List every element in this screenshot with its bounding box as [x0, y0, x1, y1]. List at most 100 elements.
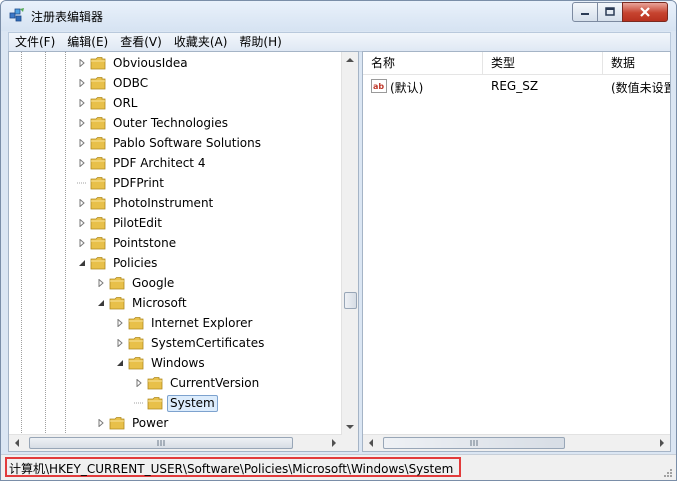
tree-node-policies[interactable]: Policies	[77, 253, 160, 273]
menu-favorites[interactable]: 收藏夹(A)	[168, 34, 234, 50]
tree-vertical-scrollbar[interactable]	[341, 52, 358, 435]
expand-arrow-icon[interactable]	[134, 378, 144, 388]
expand-arrow-icon[interactable]	[77, 98, 87, 108]
tree-guide-line	[65, 52, 66, 435]
tree-node-systemcertificates[interactable]: SystemCertificates	[115, 333, 267, 353]
column-header-data[interactable]: 数据	[603, 52, 670, 74]
tree-node-label: CurrentVersion	[170, 375, 260, 390]
collapse-arrow-icon[interactable]	[115, 358, 125, 368]
column-header-name[interactable]: 名称	[363, 52, 483, 74]
tree-node-label: ObviousIdea	[113, 55, 188, 70]
expand-arrow-icon[interactable]	[115, 338, 125, 348]
tree-node-internet-explorer[interactable]: Internet Explorer	[115, 313, 255, 333]
menu-view[interactable]: 查看(V)	[114, 34, 168, 50]
folder-icon	[109, 416, 125, 430]
expand-arrow-icon[interactable]	[96, 278, 106, 288]
tree-node-odbc[interactable]: ODBC	[77, 73, 151, 93]
values-header: 名称 类型 数据	[363, 52, 670, 75]
tree-node-obviousidea[interactable]: ObviousIdea	[77, 53, 191, 73]
folder-icon	[90, 196, 106, 210]
registry-tree-pane[interactable]: ObviousIdea ODBC ORL Outer Technologies Pabl…	[8, 51, 359, 452]
expand-arrow-icon[interactable]	[96, 418, 106, 428]
maximize-button[interactable]	[597, 2, 623, 22]
tree-guide-line	[45, 52, 46, 435]
expand-arrow-icon[interactable]	[77, 198, 87, 208]
chevron-left-icon	[15, 439, 19, 447]
scroll-thumb[interactable]	[29, 437, 293, 449]
expand-arrow-icon[interactable]	[77, 78, 87, 88]
value-name: (默认)	[390, 81, 424, 95]
tree-node-orl[interactable]: ORL	[77, 93, 140, 113]
tree-node-label: Pablo Software Solutions	[113, 135, 262, 150]
menu-edit[interactable]: 编辑(E)	[61, 34, 114, 50]
collapse-arrow-icon[interactable]	[96, 298, 106, 308]
tree-node-label: PilotEdit	[113, 215, 162, 230]
tree-node-label: System	[167, 394, 218, 412]
menu-help[interactable]: 帮助(H)	[233, 34, 287, 50]
expand-arrow-icon[interactable]	[77, 58, 87, 68]
grip-icon	[157, 440, 165, 446]
tree-guide-line	[21, 52, 22, 435]
values-horizontal-scrollbar[interactable]	[363, 434, 670, 451]
tree-node-google[interactable]: Google	[96, 273, 177, 293]
scroll-left-button[interactable]	[363, 435, 379, 451]
folder-icon	[90, 236, 106, 250]
tree-node-pdfprint[interactable]: PDFPrint	[77, 173, 167, 193]
tree-node-windows[interactable]: Windows	[115, 353, 208, 373]
tree-node-label: ODBC	[113, 75, 149, 90]
chevron-right-icon	[660, 439, 664, 447]
scrollbar-corner	[342, 435, 358, 451]
window-title: 注册表编辑器	[31, 10, 104, 24]
tree-node-power[interactable]: Power	[96, 413, 171, 433]
menu-bar: 文件(F) 编辑(E) 查看(V) 收藏夹(A) 帮助(H)	[8, 32, 671, 52]
collapse-arrow-icon[interactable]	[77, 258, 87, 268]
tree-node-pablo-software-solutions[interactable]: Pablo Software Solutions	[77, 133, 264, 153]
tree-node-label: Internet Explorer	[151, 315, 253, 330]
close-button[interactable]	[622, 2, 668, 22]
expand-arrow-icon[interactable]	[115, 318, 125, 328]
expand-arrow-icon[interactable]	[77, 238, 87, 248]
scroll-right-button[interactable]	[654, 435, 670, 451]
tree-node-outer-technologies[interactable]: Outer Technologies	[77, 113, 231, 133]
tree-node-photoinstrument[interactable]: PhotoInstrument	[77, 193, 216, 213]
chevron-right-icon	[332, 439, 336, 447]
tree-node-system[interactable]: System	[134, 393, 218, 413]
expand-arrow-icon[interactable]	[77, 158, 87, 168]
tree-node-microsoft[interactable]: Microsoft	[96, 293, 190, 313]
registry-tree: ObviousIdea ODBC ORL Outer Technologies Pabl…	[9, 52, 342, 435]
tree-node-currentversion[interactable]: CurrentVersion	[134, 373, 262, 393]
resize-grip-icon[interactable]	[663, 468, 673, 478]
chevron-up-icon	[346, 58, 354, 62]
tree-node-label: PDF Architect 4	[113, 155, 206, 170]
tree-node-label: Policies	[113, 255, 158, 270]
folder-icon	[109, 276, 125, 290]
scroll-left-button[interactable]	[9, 435, 25, 451]
scroll-down-button[interactable]	[342, 419, 358, 435]
tree-node-pointstone[interactable]: Pointstone	[77, 233, 179, 253]
tree-node-pdf-architect-4[interactable]: PDF Architect 4	[77, 153, 208, 173]
expand-arrow-icon[interactable]	[77, 118, 87, 128]
registry-editor-window: 注册表编辑器 文件(F) 编辑(E) 查看(V) 收藏夹(A) 帮助(H) Ob…	[0, 0, 677, 481]
minimize-button[interactable]	[572, 2, 598, 22]
expand-arrow-icon[interactable]	[77, 138, 87, 148]
status-bar: 计算机\HKEY_CURRENT_USER\Software\Policies\…	[1, 454, 676, 480]
grip-icon	[470, 440, 478, 446]
values-pane[interactable]: 名称 类型 数据 ab (默认) REG_SZ (数值未设置)	[362, 51, 671, 452]
folder-icon	[90, 96, 106, 110]
tree-node-pilotedit[interactable]: PilotEdit	[77, 213, 165, 233]
expand-arrow-icon[interactable]	[77, 218, 87, 228]
tree-node-label: SystemCertificates	[151, 335, 265, 350]
tree-horizontal-scrollbar[interactable]	[9, 434, 342, 451]
scroll-up-button[interactable]	[342, 52, 358, 68]
scroll-thumb[interactable]	[344, 292, 357, 309]
scroll-thumb[interactable]	[383, 437, 565, 449]
scroll-right-button[interactable]	[326, 435, 342, 451]
value-row[interactable]: ab (默认) REG_SZ (数值未设置)	[363, 77, 670, 97]
folder-icon	[128, 356, 144, 370]
tree-node-label: Outer Technologies	[113, 115, 228, 130]
title-bar: 注册表编辑器	[1, 1, 676, 31]
column-header-type[interactable]: 类型	[483, 52, 603, 74]
registry-editor-icon	[9, 8, 24, 22]
folder-icon	[90, 176, 106, 190]
menu-file[interactable]: 文件(F)	[9, 34, 61, 50]
